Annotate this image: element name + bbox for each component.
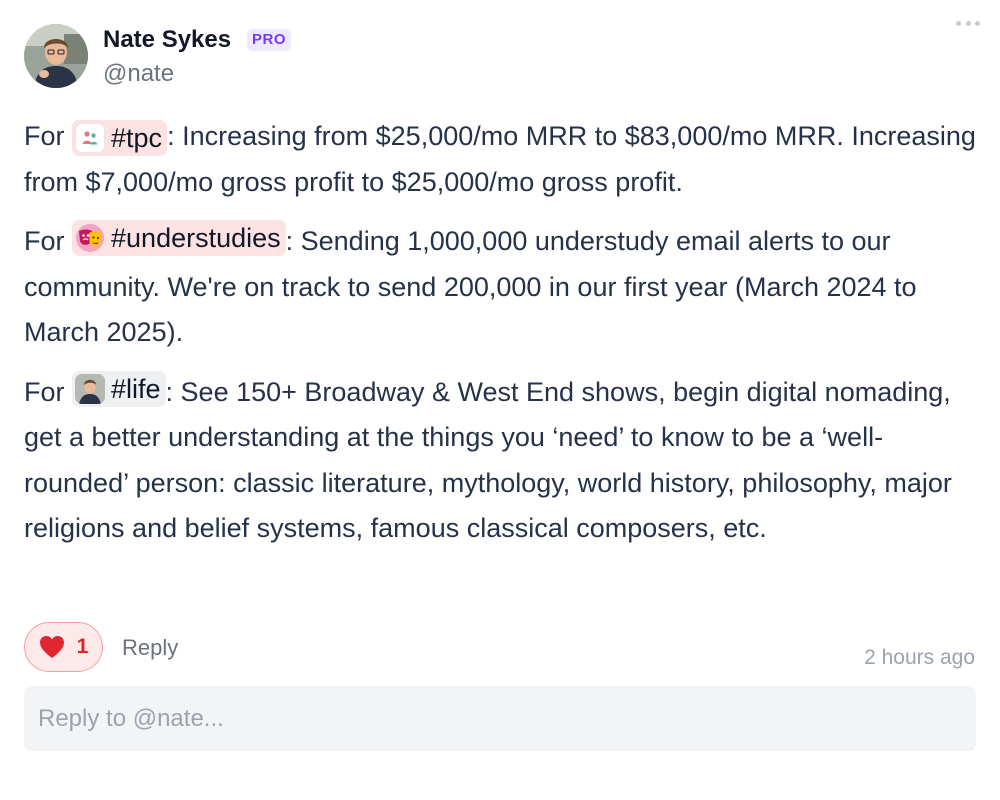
reply-input[interactable] [24,686,976,751]
post-card: Nate Sykes PRO @nate For #tpc: Increasin… [0,0,1000,800]
like-count: 1 [76,635,89,658]
dot [965,20,971,26]
hashtag-tpc[interactable]: #tpc [72,120,168,156]
hashtag-life[interactable]: #life [72,370,166,407]
people-icon [75,123,106,153]
hashtag-label: #life [111,373,161,404]
paragraph-prefix: For [24,376,73,407]
like-button[interactable]: 1 [24,622,103,672]
paragraph-life: For #life: See 150+ Broadway & West End … [24,370,979,552]
post-timestamp: 2 hours ago [864,646,975,669]
avatar-photo [24,24,88,88]
hashtag-label: #tpc [111,123,163,153]
heart-icon [39,636,64,658]
paragraph-prefix: For [24,226,73,256]
hashtag-understudies[interactable]: #understudies [72,220,286,256]
theater-masks-icon [75,223,106,253]
avatar-photo-icon [75,373,106,404]
pro-badge: PRO [247,29,292,51]
paragraph-prefix: For [24,121,73,151]
more-options-icon[interactable] [956,14,980,32]
author-avatar[interactable] [24,24,88,88]
reply-button[interactable]: Reply [122,634,178,662]
author-name[interactable]: Nate Sykes [103,24,231,56]
paragraph-text: : Increasing from $25,000/mo MRR to $83,… [24,121,976,197]
dot [975,20,980,26]
hashtag-label: #understudies [111,223,281,253]
dot [956,20,961,26]
paragraph-understudies: For #understudies: Sending 1,000,000 und… [24,219,979,356]
paragraph-tpc: For #tpc: Increasing from $25,000/mo MRR… [24,114,979,205]
author-handle[interactable]: @nate [103,58,174,90]
post-body: For #tpc: Increasing from $25,000/mo MRR… [24,114,979,566]
